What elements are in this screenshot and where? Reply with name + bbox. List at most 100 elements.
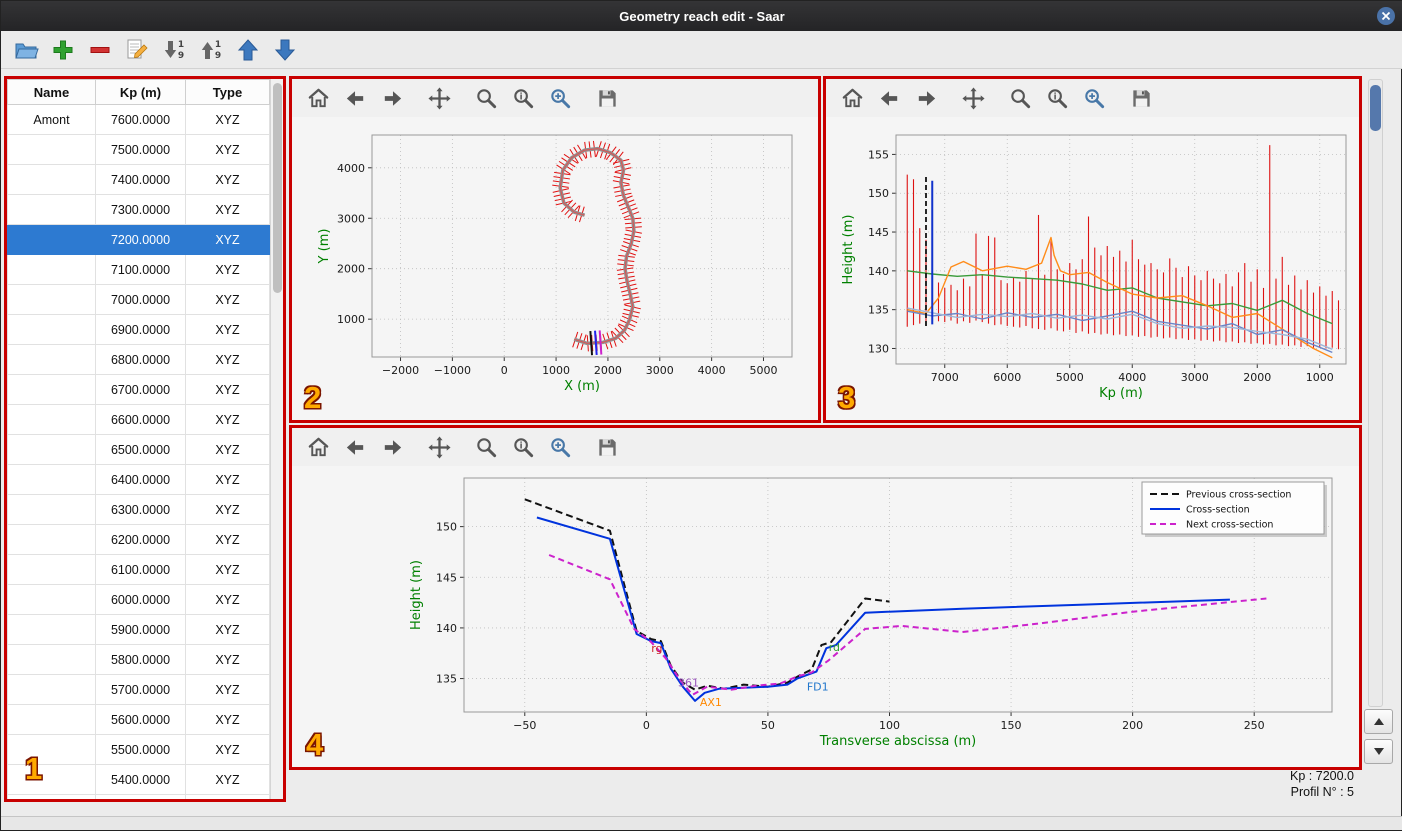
open-button[interactable]: [11, 35, 41, 65]
back-button[interactable]: [341, 433, 369, 461]
cell[interactable]: XYZ: [185, 464, 270, 495]
add-profile-button[interactable]: [48, 35, 78, 65]
table-row[interactable]: 6200.0000 XYZ: [7, 524, 270, 555]
cell[interactable]: [7, 494, 96, 525]
table-row[interactable]: 5900.0000 XYZ: [7, 614, 270, 645]
cell[interactable]: [7, 254, 96, 285]
cell[interactable]: XYZ: [185, 344, 270, 375]
edit-profile-button[interactable]: [122, 35, 152, 65]
cell[interactable]: XYZ: [185, 314, 270, 345]
cell[interactable]: 5300.0000: [95, 794, 186, 799]
table-scrollbar-thumb[interactable]: [273, 83, 282, 293]
cell[interactable]: [7, 164, 96, 195]
plan-view-canvas[interactable]: −2000 −1000 0 1000 2000 3000 4000 5000 1000 2000 3…: [292, 117, 818, 420]
cell[interactable]: 6200.0000: [95, 524, 186, 555]
previous-profile-button[interactable]: [1364, 709, 1393, 734]
cross-section-canvas[interactable]: −50 0 50 100 150 200 250 135 140 145 150 Transverse…: [292, 466, 1359, 767]
cell[interactable]: 5800.0000: [95, 644, 186, 675]
cell[interactable]: XYZ: [185, 224, 270, 255]
sort-descending-button[interactable]: 19: [196, 35, 226, 65]
cell[interactable]: [7, 194, 96, 225]
cell[interactable]: XYZ: [185, 584, 270, 615]
table-row[interactable]: 7400.0000 XYZ: [7, 164, 270, 195]
table-row[interactable]: 7000.0000 XYZ: [7, 284, 270, 315]
cell[interactable]: XYZ: [185, 194, 270, 225]
cell[interactable]: XYZ: [185, 104, 270, 135]
cell[interactable]: 5700.0000: [95, 674, 186, 705]
cell[interactable]: 6400.0000: [95, 464, 186, 495]
cell[interactable]: 6100.0000: [95, 554, 186, 585]
cell[interactable]: 7600.0000: [95, 104, 186, 135]
cell[interactable]: [7, 464, 96, 495]
cell[interactable]: [7, 794, 96, 799]
cell[interactable]: 6600.0000: [95, 404, 186, 435]
zoom-plus-button[interactable]: [1080, 84, 1108, 112]
window-scrollbar-thumb[interactable]: [1370, 85, 1381, 131]
pan-button[interactable]: [425, 84, 453, 112]
cell[interactable]: [7, 224, 96, 255]
cell[interactable]: [7, 554, 96, 585]
cell[interactable]: XYZ: [185, 374, 270, 405]
table-row[interactable]: 7100.0000 XYZ: [7, 254, 270, 285]
table-row[interactable]: 6300.0000 XYZ: [7, 494, 270, 525]
zoom-button[interactable]: [472, 84, 500, 112]
zoom-button[interactable]: [472, 433, 500, 461]
cell[interactable]: [7, 134, 96, 165]
table-row[interactable]: 5300.0000XYZ: [7, 794, 270, 799]
cell[interactable]: 6900.0000: [95, 314, 186, 345]
cell[interactable]: 6300.0000: [95, 494, 186, 525]
table-row[interactable]: 6900.0000 XYZ: [7, 314, 270, 345]
zoom-plus-button[interactable]: [546, 433, 574, 461]
pan-button[interactable]: [425, 433, 453, 461]
cell[interactable]: XYZ: [185, 794, 270, 799]
back-button[interactable]: [875, 84, 903, 112]
cell[interactable]: [7, 374, 96, 405]
table-row[interactable]: 6100.0000 XYZ: [7, 554, 270, 585]
cell[interactable]: XYZ: [185, 134, 270, 165]
home-button[interactable]: [304, 433, 332, 461]
move-up-button[interactable]: [233, 35, 263, 65]
cell[interactable]: XYZ: [185, 764, 270, 795]
table-row[interactable]: 5500.0000 XYZ: [7, 734, 270, 765]
cell[interactable]: XYZ: [185, 164, 270, 195]
cell[interactable]: 7500.0000: [95, 134, 186, 165]
table-row[interactable]: 5800.0000 XYZ: [7, 644, 270, 675]
move-down-button[interactable]: [270, 35, 300, 65]
cell[interactable]: [7, 584, 96, 615]
cell[interactable]: [7, 344, 96, 375]
cell[interactable]: XYZ: [185, 554, 270, 585]
cell[interactable]: XYZ: [185, 614, 270, 645]
cell[interactable]: 5400.0000: [95, 764, 186, 795]
cell[interactable]: XYZ: [185, 734, 270, 765]
cell[interactable]: 7200.0000: [95, 224, 186, 255]
table-row[interactable]: 5600.0000 XYZ: [7, 704, 270, 735]
window-scrollbar[interactable]: [1368, 79, 1383, 707]
cell[interactable]: 6500.0000: [95, 434, 186, 465]
zoom-button[interactable]: [1006, 84, 1034, 112]
cell[interactable]: XYZ: [185, 434, 270, 465]
cell[interactable]: 5500.0000: [95, 734, 186, 765]
forward-button[interactable]: [378, 84, 406, 112]
table-row[interactable]: 5400.0000 XYZ: [7, 764, 270, 795]
forward-button[interactable]: [912, 84, 940, 112]
table-row[interactable]: 5700.0000 XYZ: [7, 674, 270, 705]
zoom-plus-button[interactable]: [546, 84, 574, 112]
cell[interactable]: [7, 284, 96, 315]
table-row[interactable]: 7200.0000 XYZ: [7, 224, 270, 255]
cell[interactable]: XYZ: [185, 254, 270, 285]
cell[interactable]: XYZ: [185, 404, 270, 435]
table-scrollbar[interactable]: [270, 79, 283, 799]
cell[interactable]: 6800.0000: [95, 344, 186, 375]
cell[interactable]: [7, 404, 96, 435]
table-row[interactable]: 7500.0000 XYZ: [7, 134, 270, 165]
table-row[interactable]: 6400.0000 XYZ: [7, 464, 270, 495]
sort-ascending-button[interactable]: 19: [159, 35, 189, 65]
cell[interactable]: 7300.0000: [95, 194, 186, 225]
home-button[interactable]: [838, 84, 866, 112]
zoom-info-button[interactable]: i: [509, 433, 537, 461]
longitudinal-profile-canvas[interactable]: 7000 6000 5000 4000 3000 2000 1000 130 135 140 145…: [826, 117, 1359, 420]
zoom-info-button[interactable]: i: [1043, 84, 1071, 112]
save-button[interactable]: [1127, 84, 1155, 112]
table-row[interactable]: 6700.0000 XYZ: [7, 374, 270, 405]
table-row[interactable]: 6000.0000 XYZ: [7, 584, 270, 615]
